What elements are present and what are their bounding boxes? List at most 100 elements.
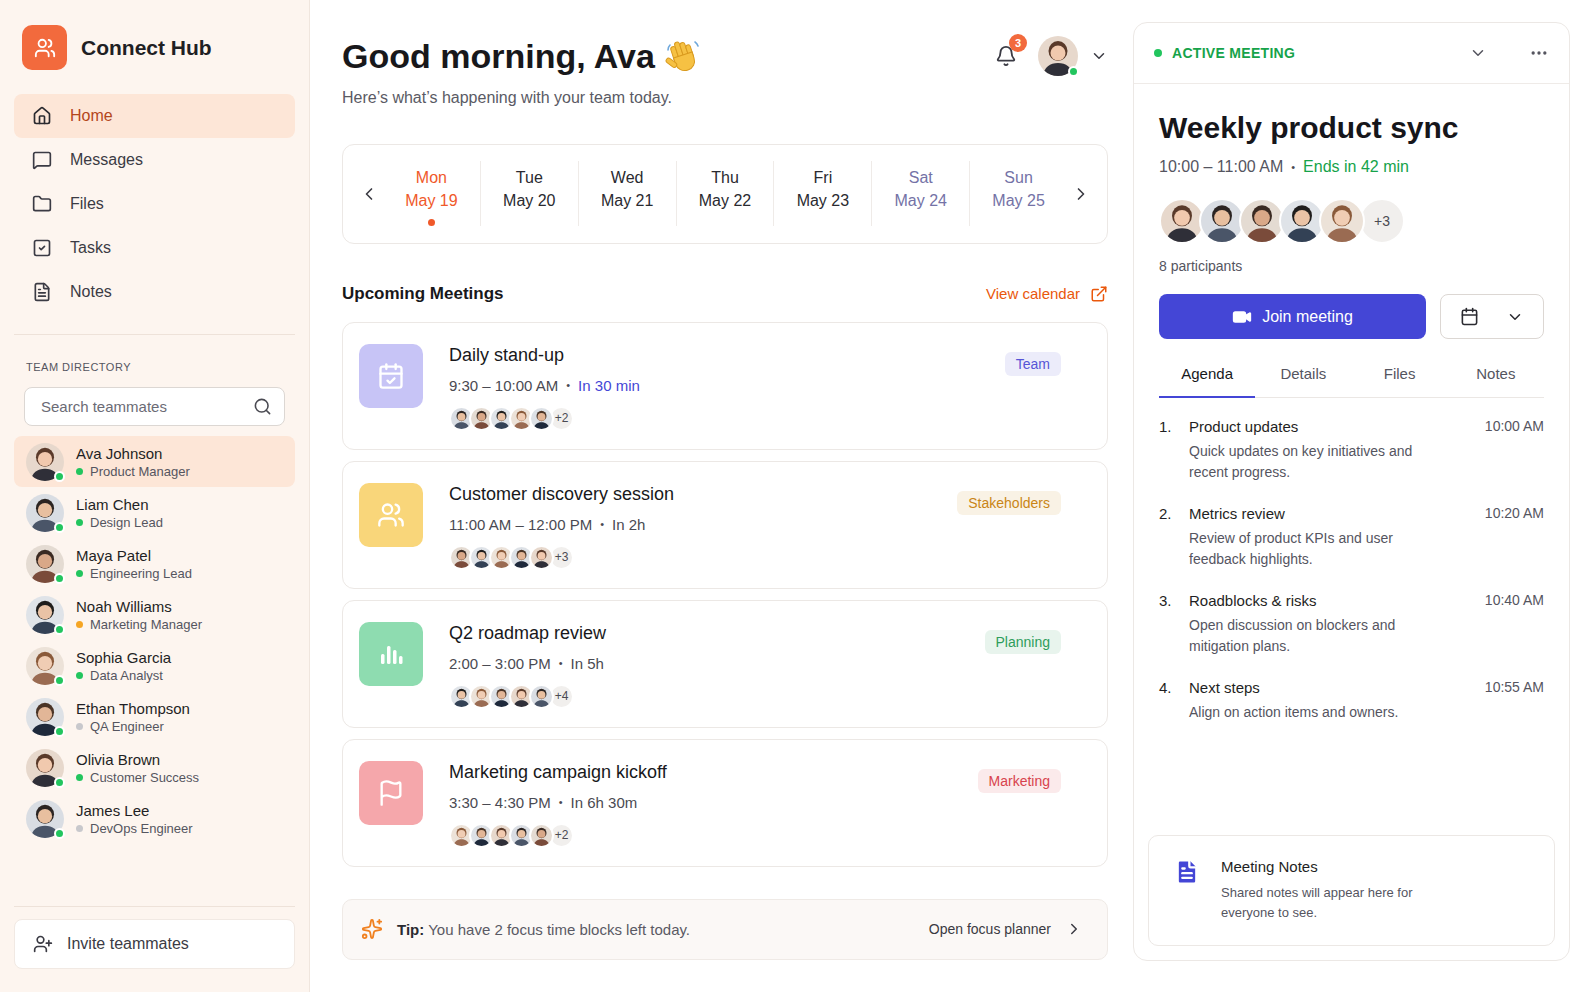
greeting-text: Good morning, Ava — [342, 36, 655, 77]
previous-week-button[interactable] — [355, 180, 383, 208]
online-dot — [54, 624, 65, 635]
member-info: Maya PatelEngineering Lead — [76, 547, 192, 581]
member-info: Olivia BrownCustomer Success — [76, 751, 199, 785]
tab[interactable]: Notes — [1448, 365, 1544, 398]
participant-avatars: +4 — [449, 684, 959, 709]
day-date: May 24 — [894, 192, 946, 210]
meeting-time: 9:30 – 10:00 AM — [449, 377, 558, 394]
notification-badge: 3 — [1009, 34, 1027, 52]
collapse-button[interactable] — [1467, 42, 1489, 64]
member-row[interactable]: Liam ChenDesign Lead — [14, 487, 295, 538]
day-cell[interactable]: ThuMay 22 — [676, 161, 774, 226]
day-cell[interactable]: TueMay 20 — [480, 161, 578, 226]
avatar-photo — [1319, 198, 1365, 244]
status-dot — [76, 570, 83, 577]
agenda-description: Align on action items and owners. — [1189, 702, 1424, 723]
tab[interactable]: Details — [1255, 365, 1351, 398]
day-cell[interactable]: FriMay 23 — [773, 161, 871, 226]
person-icon — [531, 825, 552, 846]
join-meeting-button[interactable]: Join meeting — [1159, 294, 1426, 339]
meeting-card[interactable]: Daily stand-up9:30 – 10:00 AM•In 30 min+… — [342, 322, 1108, 450]
day-cell[interactable]: WedMay 21 — [578, 161, 676, 226]
meeting-card[interactable]: Q2 roadmap review2:00 – 3:00 PM•In 5h+4P… — [342, 600, 1108, 728]
page-header: Good morning, AvaHere’s what’s happening… — [342, 36, 1108, 107]
more-button[interactable] — [1527, 41, 1551, 65]
avatar — [26, 494, 64, 532]
week-strip: MonMay 19TueMay 20WedMay 21ThuMay 22FriM… — [342, 144, 1108, 244]
focus-planner-link[interactable]: Open focus planner — [929, 920, 1083, 938]
user-menu[interactable] — [1038, 36, 1108, 76]
teammate-search[interactable] — [24, 387, 285, 426]
member-row[interactable]: Sophia GarciaData Analyst — [14, 640, 295, 691]
meeting-notes-card[interactable]: Meeting NotesShared notes will appear he… — [1148, 835, 1555, 946]
tip-bar: Tip:You have 2 focus time blocks left to… — [342, 899, 1108, 960]
day-cell[interactable]: SunMay 25 — [969, 161, 1067, 226]
people-icon — [377, 501, 405, 529]
meeting-list: Daily stand-up9:30 – 10:00 AM•In 30 min+… — [342, 322, 1108, 867]
tab[interactable]: Files — [1352, 365, 1448, 398]
invite-button[interactable]: Invite teammates — [14, 919, 295, 969]
separator: • — [559, 796, 563, 808]
join-label: Join meeting — [1262, 308, 1353, 326]
view-calendar-link[interactable]: View calendar — [986, 285, 1108, 303]
member-row[interactable]: Ava JohnsonProduct Manager — [14, 436, 295, 487]
meeting-title: Daily stand-up — [449, 344, 979, 366]
person-icon — [1201, 200, 1243, 242]
agenda-item: 1.Product updatesQuick updates on key in… — [1159, 418, 1544, 505]
notifications-button[interactable]: 3 — [992, 42, 1020, 70]
meeting-meta: 11:00 AM – 12:00 PM•In 2h — [449, 516, 931, 533]
next-week-button[interactable] — [1067, 180, 1095, 208]
chevron-down-icon — [1506, 308, 1524, 326]
external-link-icon — [1090, 285, 1108, 303]
member-row[interactable]: Ethan ThompsonQA Engineer — [14, 691, 295, 742]
avatar — [26, 596, 64, 634]
nav-item[interactable]: Tasks — [14, 226, 295, 270]
greeting: Good morning, Ava — [342, 36, 701, 77]
agenda-time: 10:00 AM — [1485, 418, 1544, 434]
member-name: Ava Johnson — [76, 445, 190, 462]
home-icon — [32, 106, 52, 126]
nav-item[interactable]: Files — [14, 182, 295, 226]
meeting-card[interactable]: Marketing campaign kickoff3:30 – 4:30 PM… — [342, 739, 1108, 867]
member-row[interactable]: James LeeDevOps Engineer — [14, 793, 295, 844]
chevron-down-icon — [1090, 47, 1108, 65]
meeting-status: ACTIVE MEETING — [1172, 45, 1457, 61]
tip-text: Tip:You have 2 focus time blocks left to… — [397, 921, 915, 938]
member-row[interactable]: Noah WilliamsMarketing Manager — [14, 589, 295, 640]
agenda-number: 3. — [1159, 592, 1189, 609]
member-name: Olivia Brown — [76, 751, 199, 768]
member-row[interactable]: Maya PatelEngineering Lead — [14, 538, 295, 589]
divider — [14, 334, 295, 335]
search-input[interactable] — [39, 397, 245, 416]
member-row[interactable]: Olivia BrownCustomer Success — [14, 742, 295, 793]
avatar — [26, 698, 64, 736]
day-cell[interactable]: SatMay 24 — [871, 161, 969, 226]
day-date: May 23 — [797, 192, 849, 210]
member-role: Engineering Lead — [76, 566, 192, 581]
week-days: MonMay 19TueMay 20WedMay 21ThuMay 22FriM… — [383, 161, 1067, 226]
meeting-card[interactable]: Customer discovery session11:00 AM – 12:… — [342, 461, 1108, 589]
person-icon — [1161, 200, 1203, 242]
logo[interactable] — [22, 25, 67, 70]
meeting-meta: 9:30 – 10:00 AM•In 30 min — [449, 377, 979, 394]
day-cell[interactable]: MonMay 19 — [383, 161, 480, 226]
meeting-meta: 3:30 – 4:30 PM•In 6h 30m — [449, 794, 952, 811]
meeting-body: Q2 roadmap review2:00 – 3:00 PM•In 5h+4 — [449, 622, 959, 709]
calendar-icon — [1460, 307, 1479, 326]
meeting-body: Marketing campaign kickoff3:30 – 4:30 PM… — [449, 761, 952, 848]
calendar-menu-button[interactable] — [1440, 294, 1544, 339]
nav-item[interactable]: Home — [14, 94, 295, 138]
chevron-right-icon — [1065, 920, 1083, 938]
nav-item[interactable]: Messages — [14, 138, 295, 182]
nav-item[interactable]: Notes — [14, 270, 295, 314]
day-name: Mon — [416, 169, 447, 187]
meeting-title: Q2 roadmap review — [449, 622, 959, 644]
avatar — [26, 647, 64, 685]
meeting-relative-time: In 30 min — [578, 377, 640, 394]
avatar — [529, 406, 554, 431]
chevron-down-icon — [1469, 44, 1487, 62]
tab[interactable]: Agenda — [1159, 365, 1255, 398]
avatar-photo — [529, 823, 554, 848]
member-info: James LeeDevOps Engineer — [76, 802, 193, 836]
agenda-item: 3.Roadblocks & risksOpen discussion on b… — [1159, 592, 1544, 679]
